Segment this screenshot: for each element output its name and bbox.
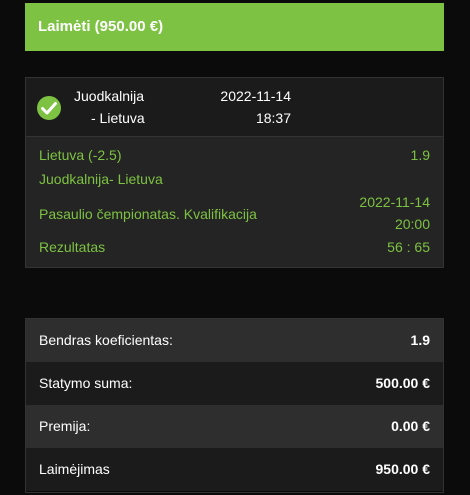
summary-value: 1.9	[410, 332, 430, 348]
event-date: 2022-11-14	[359, 194, 430, 210]
summary-row-total-odds: Bendras koeficientas: 1.9	[26, 319, 443, 362]
summary-label: Laimėjimas	[39, 461, 110, 477]
summary-label: Bendras koeficientas:	[39, 332, 173, 348]
summary-value: 950.00 €	[375, 461, 431, 477]
match-name-line2: - Lietuva	[91, 110, 145, 126]
summary-row-bonus: Premija: 0.00 €	[26, 405, 443, 448]
result-label: Rezultatas	[39, 239, 106, 255]
event-name: Juodkalnija- Lietuva	[39, 171, 163, 187]
result-score: 56 : 65	[387, 239, 430, 255]
selection-label: Lietuva (-2.5)	[39, 147, 122, 163]
win-status-text: Laimėti (950.00 €)	[38, 18, 164, 35]
bet-summary: Bendras koeficientas: 1.9 Statymo suma: …	[25, 318, 444, 493]
summary-label: Premija:	[39, 418, 91, 434]
match-date: 2022-11-14	[220, 88, 291, 104]
summary-row-stake: Statymo suma: 500.00 €	[26, 362, 443, 405]
summary-value: 0.00 €	[391, 418, 430, 434]
match-name-line1: Juodkalnija	[74, 88, 145, 104]
win-status-banner: Laimėti (950.00 €)	[25, 3, 444, 51]
check-icon	[37, 96, 61, 120]
match-time: 18:37	[255, 110, 291, 126]
summary-label: Statymo suma:	[39, 375, 133, 391]
event-time: 20:00	[394, 216, 430, 232]
bet-card-header: Juodkalnija - Lietuva 2022-11-14 18:37	[26, 78, 443, 137]
summary-value: 500.00 €	[375, 375, 431, 391]
bet-details-page: Laimėti (950.00 €) Juodkalnija - Lietuva…	[0, 0, 470, 495]
summary-row-winnings: Laimėjimas 950.00 €	[26, 448, 443, 491]
competition-name: Pasaulio čempionatas. Kvalifikacija	[39, 206, 257, 222]
bet-card: Juodkalnija - Lietuva 2022-11-14 18:37 L…	[25, 77, 444, 268]
selection-odds: 1.9	[410, 147, 430, 163]
